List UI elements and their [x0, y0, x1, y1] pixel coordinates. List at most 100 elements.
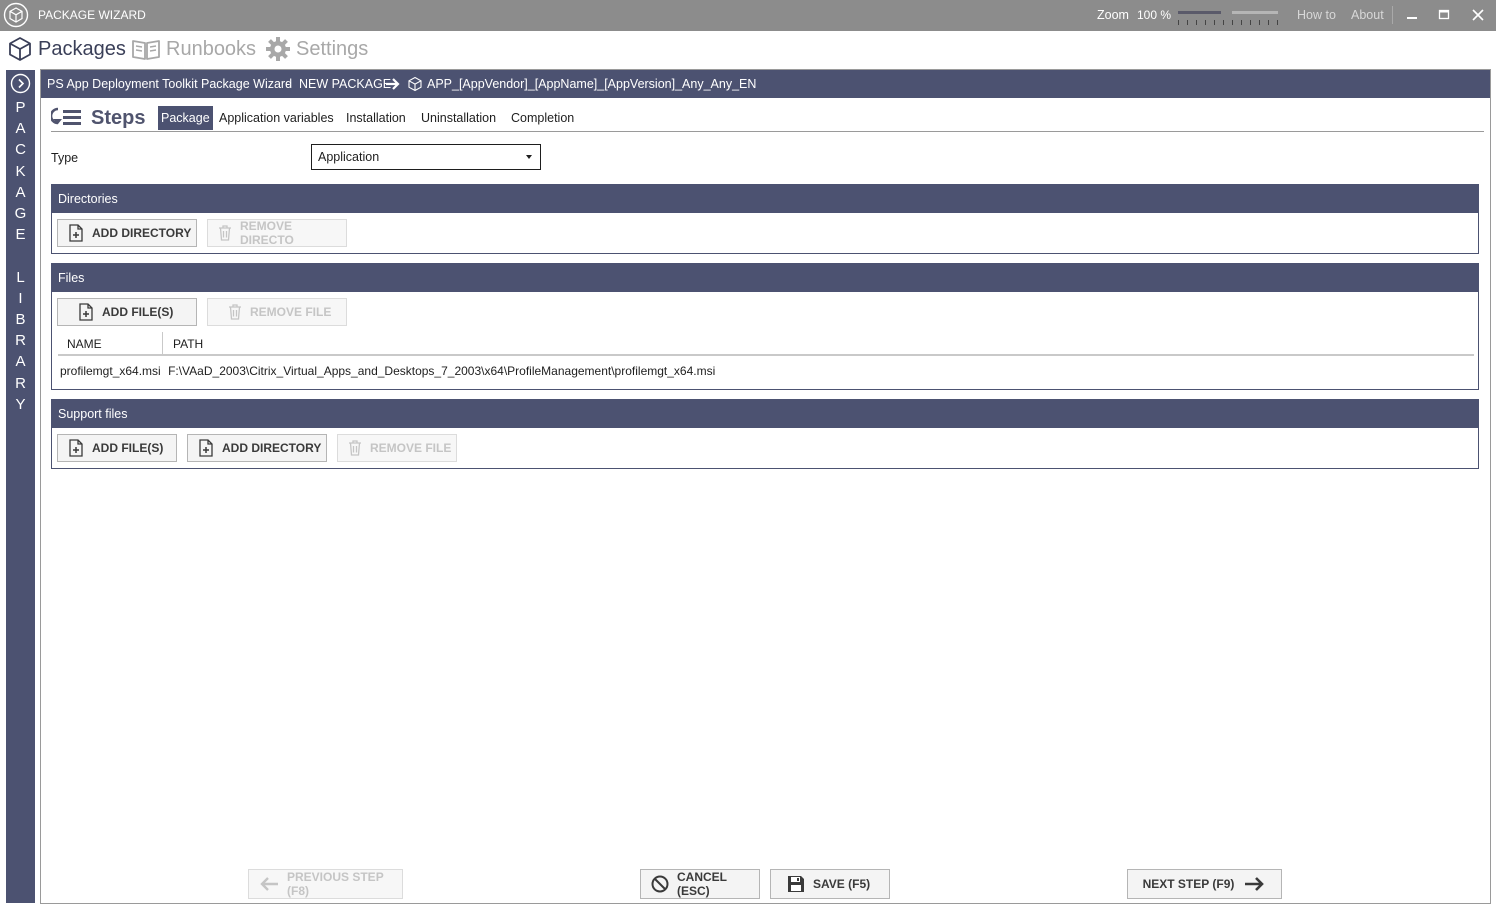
support-add-directory-label: ADD DIRECTORY [222, 441, 322, 455]
sidebar-letter: A [15, 353, 26, 371]
arrow-right-icon [385, 77, 401, 91]
window-title: PACKAGE WIZARD [38, 8, 146, 22]
save-label: SAVE (F5) [813, 877, 871, 891]
zoom-slider-fill [1178, 11, 1223, 14]
save-button[interactable]: SAVE (F5) [770, 869, 890, 899]
column-header-path[interactable]: PATH [173, 337, 203, 351]
sidebar-letter: R [15, 374, 26, 392]
package-library-sidebar[interactable]: PACKAGE LIBRARY [6, 70, 35, 903]
nav-settings[interactable]: Settings [264, 35, 368, 63]
sidebar-letter: L [16, 268, 25, 286]
support-files-title: Support files [52, 400, 1478, 428]
wizard-header: PS App Deployment Toolkit Package Wizard… [41, 70, 1490, 98]
add-directory-button[interactable]: ADD DIRECTORY [57, 219, 197, 247]
package-logo-icon [3, 2, 29, 28]
next-step-button[interactable]: NEXT STEP (F9) [1127, 869, 1282, 899]
nav-runbooks-label: Runbooks [166, 38, 257, 60]
remove-directory-label: REMOVE DIRECTO [240, 219, 294, 247]
nav-packages[interactable]: Packages [6, 35, 126, 63]
file-name-cell: profilemgt_x64.msi [60, 364, 161, 378]
maximize-button[interactable] [1430, 3, 1458, 27]
sidebar-letter: C [15, 141, 26, 159]
sidebar-letter: A [15, 183, 26, 201]
cancel-button[interactable]: CANCEL (ESC) [640, 869, 760, 899]
wizard-content: PS App Deployment Toolkit Package Wizard… [40, 69, 1491, 904]
previous-step-button[interactable]: PREVIOUS STEP (F8) [248, 869, 403, 899]
sidebar-letter: A [15, 120, 26, 138]
title-bar: PACKAGE WIZARD Zoom 100 % How to About [0, 0, 1496, 31]
maximize-icon [1438, 9, 1450, 20]
chevron-down-icon [526, 155, 532, 159]
add-file-icon [198, 439, 214, 457]
next-step-label: NEXT STEP (F9) [1142, 877, 1235, 891]
save-icon [787, 875, 805, 893]
nav-settings-label: Settings [296, 38, 369, 60]
cancel-label: CANCEL (ESC) [677, 870, 727, 898]
sidebar-letter: P [15, 99, 26, 116]
table-row[interactable]: profilemgt_x64.msi F:\VAaD_2003\Citrix_V… [60, 364, 715, 378]
titlebar-divider [1392, 6, 1393, 24]
column-header-name[interactable]: NAME [67, 337, 102, 351]
sidebar-letter: I [18, 289, 23, 307]
zoom-slider-thumb[interactable] [1221, 8, 1232, 18]
sidebar-letter [6, 245, 35, 266]
steps-list-icon [51, 107, 83, 129]
type-select-value: Application [318, 150, 380, 164]
directories-group: Directories ADD DIRECTORY REMOVE DIRECTO [51, 184, 1479, 254]
column-divider[interactable] [162, 332, 163, 354]
support-add-files-button[interactable]: ADD FILE(S) [57, 434, 177, 462]
trash-icon [348, 440, 362, 456]
arrow-right-icon [1244, 877, 1266, 891]
tab-package[interactable]: Package [158, 106, 213, 130]
previous-step-label: PREVIOUS STEP (F8) [287, 870, 384, 898]
gear-icon [264, 35, 292, 63]
add-files-label: ADD FILE(S) [102, 305, 174, 319]
close-button[interactable] [1464, 3, 1492, 27]
tab-application-variables[interactable]: Application variables [216, 106, 337, 130]
remove-directory-button[interactable]: REMOVE DIRECTO [207, 219, 347, 247]
add-directory-label: ADD DIRECTORY [92, 226, 192, 240]
about-link[interactable]: About [1351, 8, 1384, 22]
cancel-icon [651, 875, 669, 893]
sidebar-letter: G [14, 205, 27, 223]
support-remove-file-label: REMOVE FILE [370, 441, 452, 455]
files-grid-header: NAME PATH [58, 332, 1474, 356]
zoom-slider-ticks [1178, 20, 1278, 25]
add-file-icon [78, 303, 94, 321]
zoom-value: 100 % [1137, 8, 1172, 22]
nav-packages-label: Packages [38, 38, 126, 60]
sidebar-letter: Y [15, 395, 26, 413]
header-package-name: APP_[AppVendor]_[AppName]_[AppVersion]_A… [427, 77, 757, 91]
how-to-link[interactable]: How to [1297, 8, 1336, 22]
directories-title: Directories [52, 185, 1478, 213]
minimize-button[interactable] [1398, 3, 1426, 27]
package-icon [6, 35, 34, 63]
support-add-directory-button[interactable]: ADD DIRECTORY [187, 434, 327, 462]
sidebar-letter: R [15, 332, 26, 350]
type-label: Type [51, 151, 79, 165]
close-icon [1472, 9, 1484, 21]
tab-divider [51, 131, 1484, 132]
type-select[interactable]: Application [311, 144, 541, 170]
minimize-icon [1407, 17, 1417, 19]
file-path-cell: F:\VAaD_2003\Citrix_Virtual_Apps_and_Des… [168, 364, 716, 378]
files-group: Files ADD FILE(S) REMOVE FILE NAME PATH … [51, 263, 1479, 390]
nav-runbooks[interactable]: Runbooks [130, 35, 256, 63]
support-add-files-label: ADD FILE(S) [92, 441, 164, 455]
sidebar-letter: B [15, 311, 26, 329]
chevron-right-circle-icon[interactable] [10, 73, 31, 94]
header-separator: - [286, 77, 291, 91]
tab-installation[interactable]: Installation [343, 106, 409, 130]
remove-file-button[interactable]: REMOVE FILE [207, 298, 347, 326]
tab-uninstallation[interactable]: Uninstallation [418, 106, 499, 130]
sidebar-letter: K [15, 162, 26, 180]
files-title: Files [52, 264, 1478, 292]
steps-title: Steps [91, 107, 146, 129]
zoom-label: Zoom [1097, 8, 1129, 22]
zoom-slider[interactable] [1178, 8, 1278, 26]
sidebar-vertical-label: PACKAGE LIBRARY [6, 97, 35, 415]
add-file-icon [68, 439, 84, 457]
tab-completion[interactable]: Completion [508, 106, 577, 130]
support-remove-file-button[interactable]: REMOVE FILE [337, 434, 457, 462]
add-files-button[interactable]: ADD FILE(S) [57, 298, 197, 326]
